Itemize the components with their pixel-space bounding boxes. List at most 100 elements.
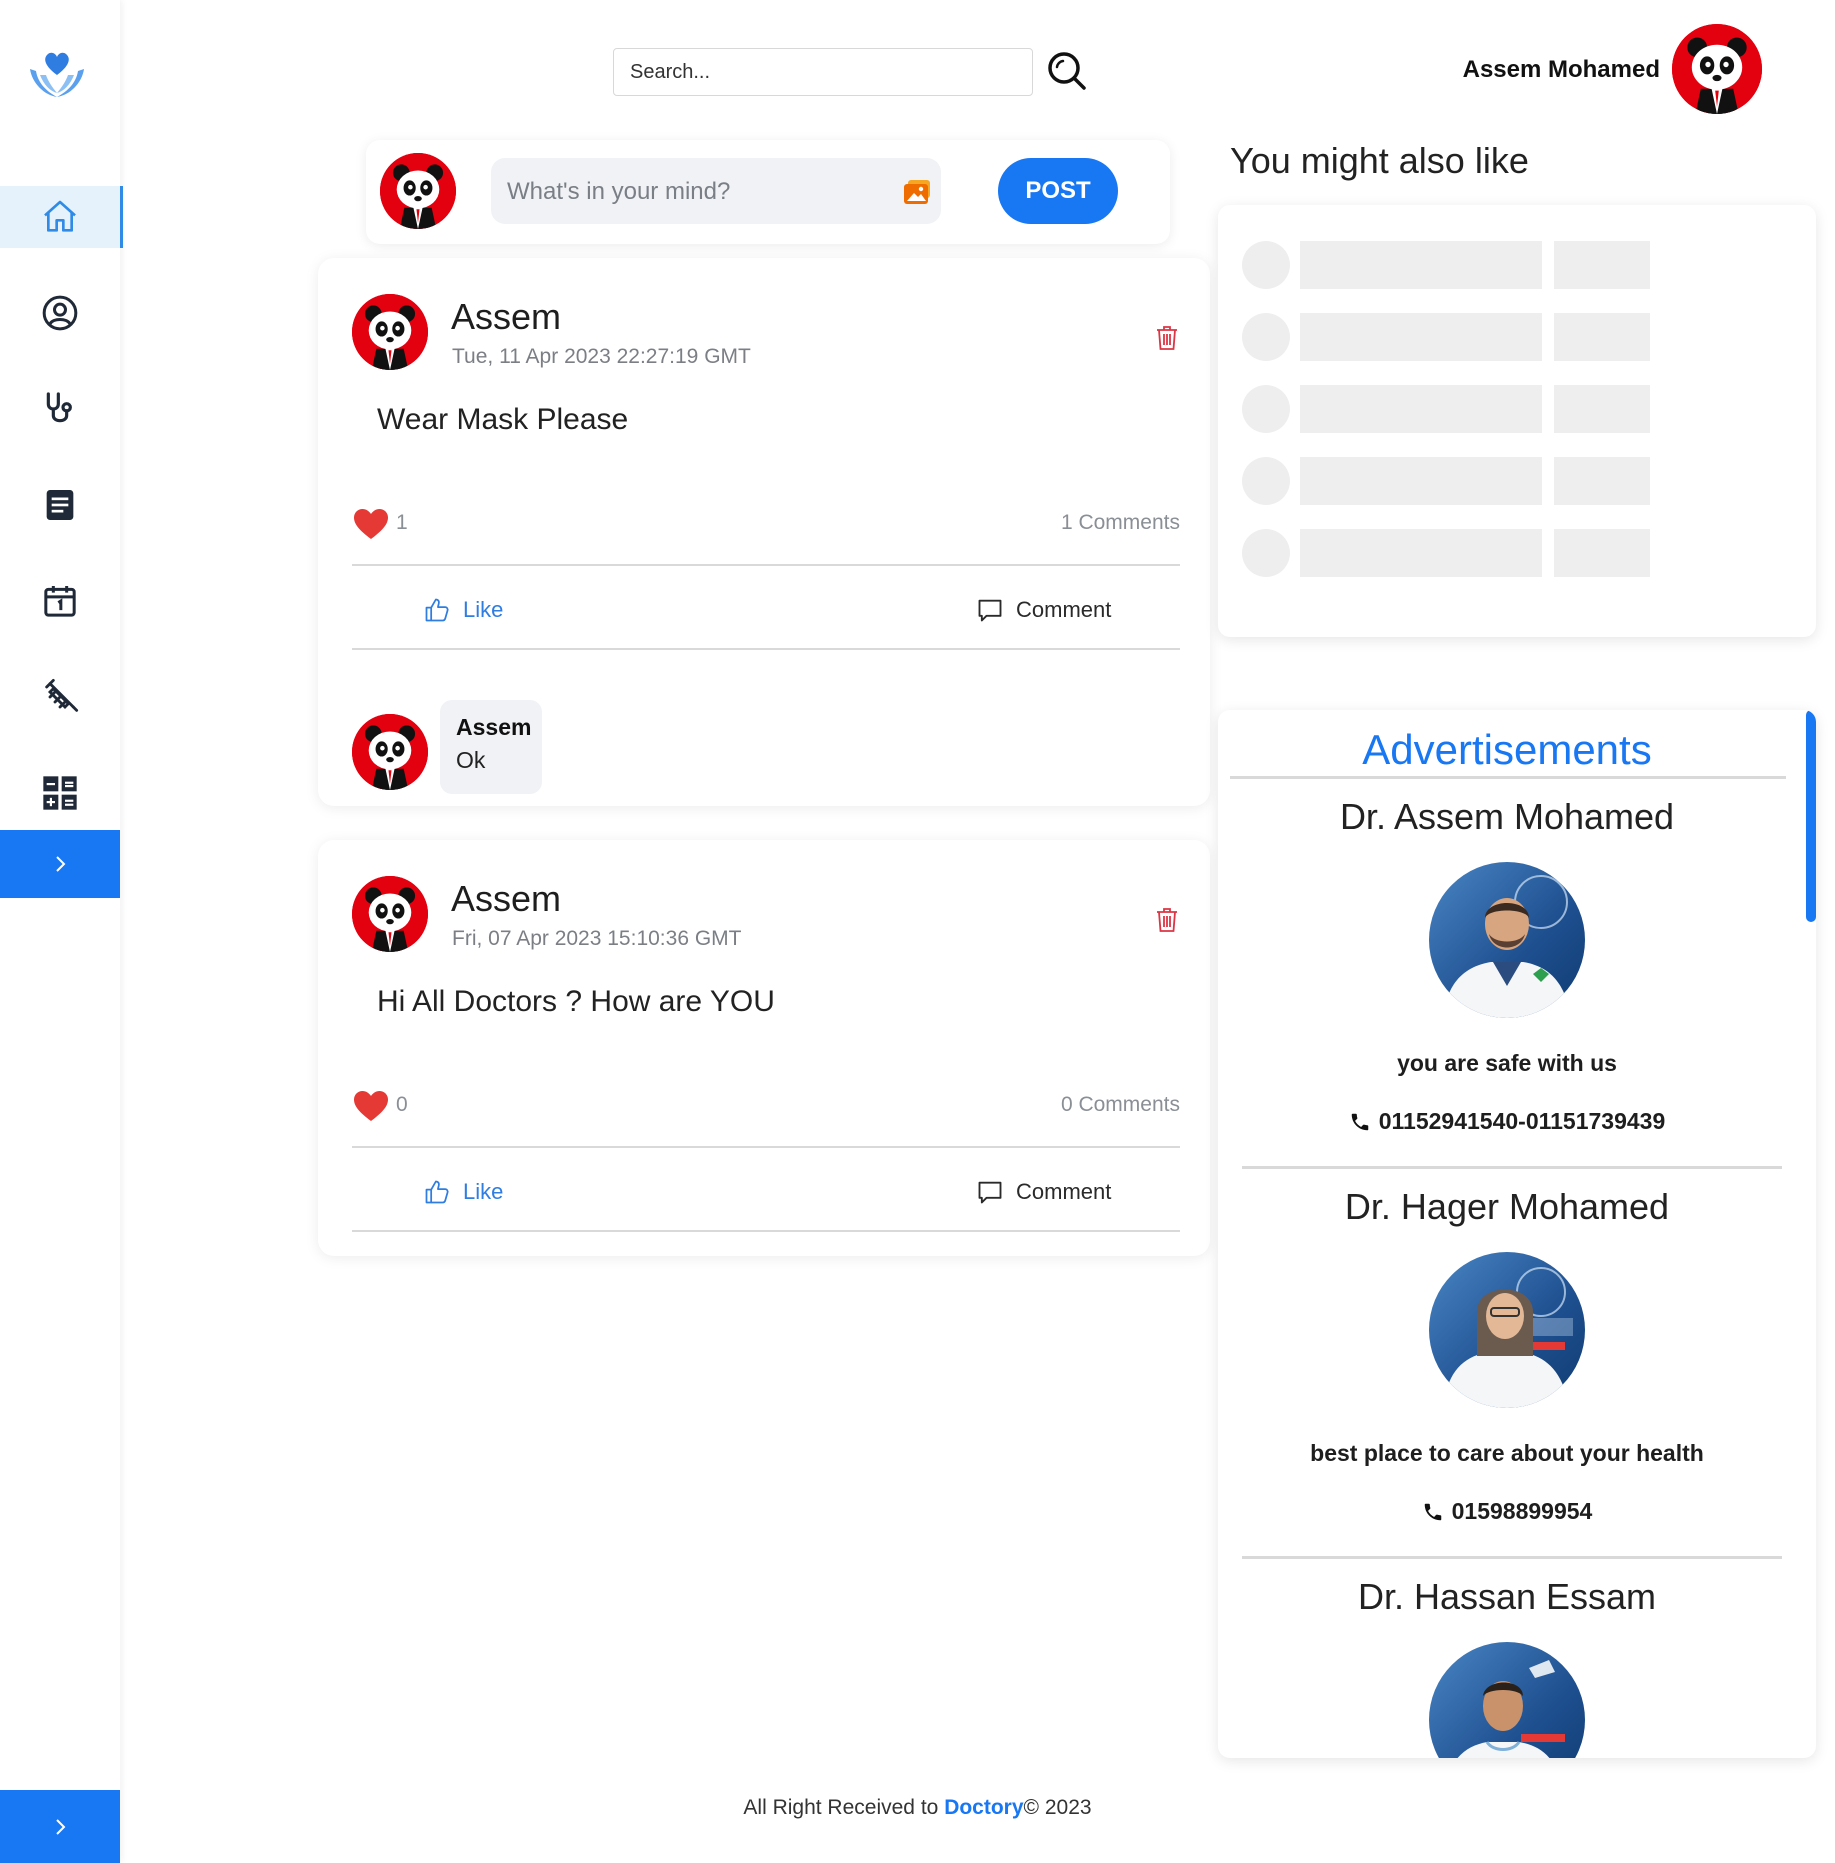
skeleton-action [1554, 313, 1650, 361]
skeleton-name [1300, 529, 1542, 577]
footer-brand-link[interactable]: Doctory [944, 1796, 1023, 1819]
comment-button[interactable]: Comment [976, 1178, 1111, 1206]
post-author[interactable]: Assem [451, 296, 561, 338]
ad-doctor-name[interactable]: Dr. Hassan Essam [1218, 1576, 1796, 1618]
skeleton-avatar [1242, 241, 1290, 289]
ad-doctor-name[interactable]: Dr. Assem Mohamed [1218, 796, 1796, 838]
chevron-right-icon [56, 856, 66, 872]
like-count: 0 [396, 1093, 408, 1116]
like-label: Like [463, 597, 504, 622]
sidebar-expand-button[interactable] [0, 830, 120, 898]
stethoscope-icon [46, 392, 72, 423]
advertisements-title: Advertisements [1362, 726, 1652, 773]
skeleton-avatar [1242, 529, 1290, 577]
sidebar [0, 0, 123, 1863]
ad-divider [1242, 1166, 1782, 1169]
comment-bubble: Assem Ok [440, 700, 542, 794]
post-divider [352, 1230, 1180, 1232]
document-icon [46, 490, 74, 520]
post-body: Wear Mask Please [377, 403, 629, 436]
skeleton-action [1554, 457, 1650, 505]
heart-hands-logo-icon[interactable] [26, 45, 88, 103]
post-author-avatar[interactable] [352, 876, 428, 952]
sidebar-item-doctors[interactable] [0, 378, 120, 440]
thumbs-up-icon [425, 598, 449, 622]
footer-suffix: © 2023 [1023, 1796, 1092, 1819]
like-label: Like [463, 1179, 504, 1204]
comments-count[interactable]: 0 Comments [1000, 1093, 1180, 1117]
trash-icon[interactable] [1156, 907, 1178, 933]
comment-icon [978, 599, 1002, 622]
ad-doctor-photo[interactable] [1429, 862, 1585, 1018]
post-divider [352, 1146, 1180, 1148]
heart-icon[interactable] [353, 1090, 389, 1122]
comment-icon [978, 1181, 1002, 1204]
post-author-avatar[interactable] [352, 294, 428, 370]
panda-avatar-icon [352, 876, 428, 952]
sidebar-collapse-button[interactable] [0, 1790, 120, 1863]
phone-icon [1424, 1503, 1441, 1520]
like-count: 1 [396, 511, 408, 534]
ad-doctor-photo[interactable] [1429, 1252, 1585, 1408]
image-upload-icon[interactable] [904, 180, 932, 204]
post-date: Tue, 11 Apr 2023 22:27:19 GMT [452, 345, 751, 368]
search-input[interactable] [613, 48, 1033, 96]
ad-phone-number: 01598899954 [1451, 1498, 1593, 1524]
doctor-portrait-icon [1457, 1660, 1565, 1758]
advertisements-panel[interactable]: Advertisements Dr. Assem Mohamed you are… [1218, 710, 1816, 1758]
ad-phone[interactable]: 01598899954 [1218, 1498, 1796, 1525]
ad-slogan: best place to care about your health [1310, 1440, 1704, 1466]
user-name[interactable]: Assem Mohamed [1440, 56, 1660, 84]
composer-avatar [380, 153, 456, 229]
sidebar-item-profile[interactable] [0, 282, 120, 344]
sidebar-item-vaccines[interactable] [0, 666, 120, 728]
sidebar-item-appointments[interactable] [0, 570, 120, 632]
sidebar-item-calculator[interactable] [0, 762, 120, 824]
ad-divider [1242, 1556, 1782, 1559]
skeleton-action [1554, 529, 1650, 577]
advertisements-scrollbar[interactable] [1806, 710, 1816, 922]
panda-avatar-icon [380, 153, 456, 229]
sidebar-item-home[interactable] [0, 186, 123, 248]
trash-icon[interactable] [1156, 325, 1178, 351]
skeleton-name [1300, 385, 1542, 433]
panda-avatar-icon [352, 294, 428, 370]
suggestions-title: You might also like [1230, 140, 1529, 181]
comment-author-avatar[interactable] [352, 714, 428, 790]
user-avatar[interactable] [1672, 24, 1762, 114]
sidebar-item-articles[interactable] [0, 474, 120, 536]
skeleton-action [1554, 385, 1650, 433]
like-button[interactable]: Like [423, 596, 503, 624]
ad-doctor-name[interactable]: Dr. Hager Mohamed [1218, 1186, 1796, 1228]
heart-icon[interactable] [353, 508, 389, 540]
comment-button[interactable]: Comment [976, 596, 1111, 624]
like-button[interactable]: Like [423, 1178, 503, 1206]
post-divider [352, 564, 1180, 566]
comment-label: Comment [1016, 597, 1112, 622]
syringe-icon [45, 678, 79, 712]
ad-doctor-photo[interactable] [1429, 1642, 1585, 1758]
skeleton-avatar [1242, 313, 1290, 361]
composer-placeholder: What's in your mind? [507, 178, 731, 205]
comment-author[interactable]: Assem [456, 714, 531, 741]
post-divider [352, 648, 1180, 650]
doctor-portrait-icon [1443, 875, 1571, 1018]
chevron-right-icon [56, 1818, 66, 1835]
skeleton-name [1300, 457, 1542, 505]
search-icon[interactable] [1046, 50, 1088, 92]
home-icon [44, 200, 76, 232]
skeleton-action [1554, 241, 1650, 289]
post-date: Fri, 07 Apr 2023 15:10:36 GMT [452, 927, 742, 950]
comments-count[interactable]: 1 Comments [1000, 511, 1180, 535]
post-author[interactable]: Assem [451, 878, 561, 920]
panda-avatar-icon [1672, 24, 1762, 114]
doctor-portrait-icon [1443, 1267, 1573, 1408]
post-body: Hi All Doctors ? How are YOU [377, 985, 775, 1018]
skeleton-avatar [1242, 385, 1290, 433]
footer: All Right Received to Doctory© 2023 [120, 1796, 1715, 1820]
comment-label: Comment [1016, 1179, 1112, 1204]
skeleton-name [1300, 241, 1542, 289]
post-button[interactable]: POST [998, 158, 1118, 224]
ad-phone[interactable]: 01152941540-01151739439 [1218, 1108, 1796, 1135]
footer-prefix: All Right Received to [743, 1796, 939, 1819]
